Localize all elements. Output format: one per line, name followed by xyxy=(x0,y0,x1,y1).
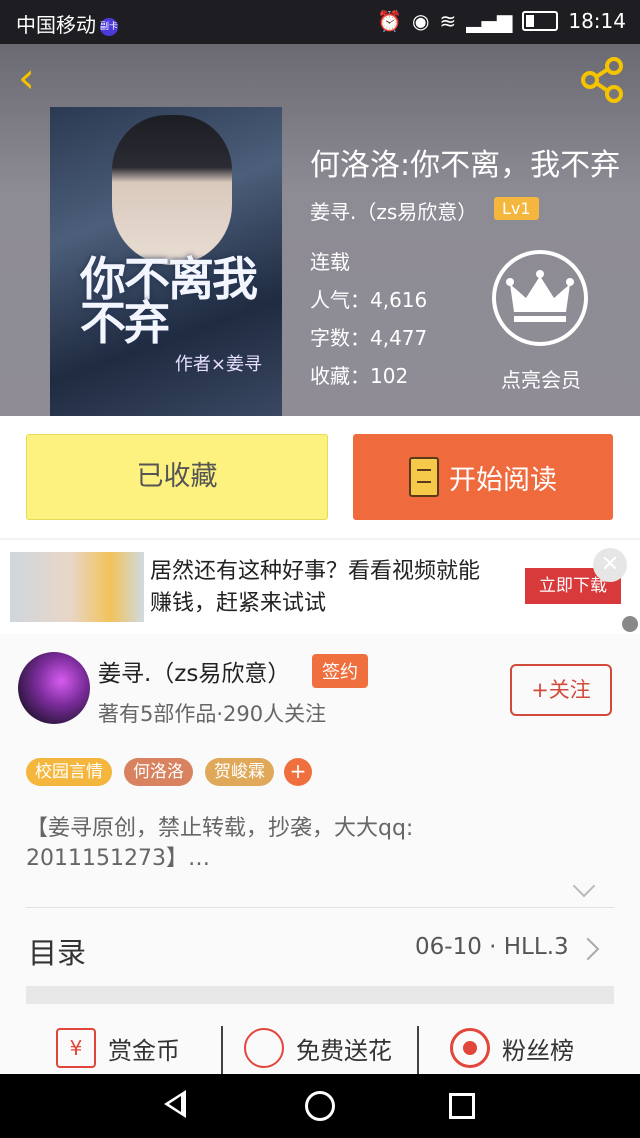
wifi-icon: ≋ xyxy=(439,9,457,33)
status-bar: 中国移动 副卡 ⏰ ◉ ≋ ▂▄▆ 18:14 xyxy=(0,0,640,44)
catalog-label[interactable]: 目录 xyxy=(28,930,86,972)
flower-icon xyxy=(244,1028,284,1068)
book-word-count: 字数：4,477 xyxy=(310,326,428,350)
start-reading-label: 开始阅读 xyxy=(449,464,557,496)
signal-icon: ▂▄▆ xyxy=(466,9,513,33)
send-flower-button[interactable]: 免费送花 xyxy=(244,1022,392,1074)
book-author[interactable]: 姜寻.（zs易欣意） xyxy=(310,196,477,225)
add-tag-button[interactable]: + xyxy=(284,758,312,786)
favorited-button[interactable]: 已收藏 xyxy=(26,434,328,520)
fan-rank-icon xyxy=(450,1028,490,1068)
reward-coin-button[interactable]: ¥ 赏金币 xyxy=(56,1022,180,1074)
book-status: 连载 xyxy=(310,250,350,274)
carrier-text: 中国移动 xyxy=(16,13,96,37)
author-section: 姜寻.（zs易欣意） 签约 著有5部作品·290人关注 +关注 校园言情 何洛洛… xyxy=(0,634,640,1074)
sim-badge: 副卡 xyxy=(100,17,118,36)
book-icon xyxy=(409,457,439,497)
ad-text: 居然还有这种好事？看看视频就能赚钱，赶紧来试试 xyxy=(150,559,481,616)
cover-portrait xyxy=(112,115,232,265)
reward-coin-label: 赏金币 xyxy=(108,1036,180,1065)
reward-coin-icon: ¥ xyxy=(56,1028,96,1068)
carrier-name: 中国移动 副卡 xyxy=(16,9,118,38)
divider xyxy=(221,1026,223,1074)
vip-label[interactable]: 点亮会员 xyxy=(501,364,581,393)
book-header: ‹ 你不离我不弃 作者×姜寻 何洛洛:你不离，我不弃 姜寻.（zs易欣意） Lv… xyxy=(0,44,640,416)
divider xyxy=(417,1026,419,1074)
nav-home-icon[interactable] xyxy=(305,1091,335,1121)
chevron-right-icon[interactable] xyxy=(576,937,600,961)
section-divider xyxy=(26,986,614,1004)
tag-item[interactable]: 校园言情 xyxy=(26,758,112,786)
tag-item[interactable]: 贺峻霖 xyxy=(205,758,274,786)
start-reading-button[interactable]: 开始阅读 xyxy=(353,434,613,520)
action-bar: 已收藏 开始阅读 xyxy=(0,416,640,538)
fan-rank-label: 粉丝榜 xyxy=(502,1036,574,1065)
clock: 18:14 xyxy=(568,9,626,33)
status-icons: ⏰ ◉ ≋ ▂▄▆ 18:14 xyxy=(377,9,626,33)
vip-crown-button[interactable] xyxy=(492,250,588,346)
book-cover[interactable]: 你不离我不弃 作者×姜寻 xyxy=(50,107,282,416)
book-title: 何洛洛:你不离，我不弃 xyxy=(310,148,621,183)
ad-mark-icon xyxy=(622,616,638,632)
share-icon[interactable] xyxy=(578,56,626,104)
eye-icon: ◉ xyxy=(411,9,430,33)
author-name[interactable]: 姜寻.（zs易欣意） xyxy=(98,654,290,688)
battery-icon xyxy=(522,11,559,31)
book-description: 【姜寻原创，禁止转载，抄袭，大大qq: 2011151273】… xyxy=(26,816,414,871)
book-popularity: 人气：4,616 xyxy=(310,288,428,312)
book-favorites: 收藏：102 xyxy=(310,364,409,388)
ad-image xyxy=(10,552,144,622)
system-nav-bar xyxy=(0,1074,640,1138)
tag-item[interactable]: 何洛洛 xyxy=(124,758,193,786)
nav-recent-icon[interactable] xyxy=(449,1093,475,1119)
close-icon[interactable]: ✕ xyxy=(593,548,627,582)
crown-icon xyxy=(506,270,574,322)
bottom-stats: ¥ 赏金币 免费送花 粉丝榜 xyxy=(0,1022,640,1074)
follow-button[interactable]: +关注 xyxy=(510,664,612,716)
level-badge: Lv1 xyxy=(494,197,539,220)
author-stats: 著有5部作品·290人关注 xyxy=(98,702,327,726)
nav-back-inner xyxy=(169,1096,181,1112)
cover-author: 作者×姜寻 xyxy=(174,354,262,375)
alarm-icon: ⏰ xyxy=(377,9,402,33)
cover-title: 你不离我不弃 xyxy=(80,252,258,350)
latest-chapter[interactable]: 06-10 · HLL.3 xyxy=(415,934,569,960)
send-flower-label: 免费送花 xyxy=(296,1036,392,1065)
chevron-left-icon[interactable]: ‹ xyxy=(18,57,58,100)
signed-badge: 签约 xyxy=(312,654,368,688)
divider xyxy=(26,907,614,908)
avatar[interactable] xyxy=(18,652,90,724)
ad-banner[interactable]: 居然还有这种好事？看看视频就能赚钱，赶紧来试试 立即下载 ✕ xyxy=(0,540,640,634)
chevron-down-icon[interactable] xyxy=(572,874,596,898)
fan-rank-button[interactable]: 粉丝榜 xyxy=(450,1022,574,1074)
